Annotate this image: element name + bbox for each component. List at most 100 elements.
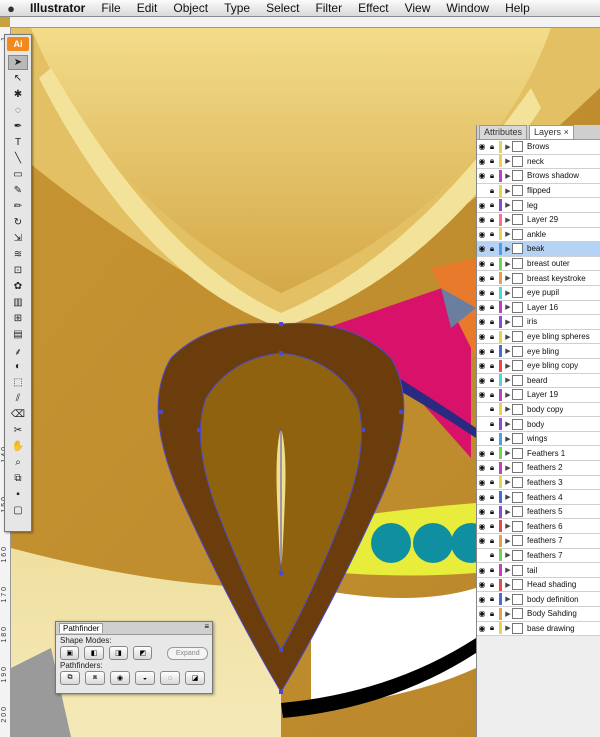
layer-row[interactable]: ◉ 🔒︎ ▶ leg xyxy=(477,198,600,213)
menu-window[interactable]: Window xyxy=(438,1,497,15)
visibility-eye-icon[interactable]: ◉ xyxy=(477,507,487,516)
expand-triangle-icon[interactable]: ▶ xyxy=(504,143,512,151)
menu-view[interactable]: View xyxy=(397,1,439,15)
lock-icon[interactable]: 🔒︎ xyxy=(487,215,497,225)
divide-icon[interactable]: ⧉ xyxy=(60,671,80,685)
menu-object[interactable]: Object xyxy=(165,1,216,15)
lock-icon[interactable]: 🔒︎ xyxy=(487,332,497,342)
lasso-icon[interactable]: ◌ xyxy=(8,103,28,118)
lock-icon[interactable]: 🔒︎ xyxy=(487,390,497,400)
lock-icon[interactable]: 🔒︎ xyxy=(487,361,497,371)
layer-row[interactable]: ◉ 🔒︎ ▶ Head shading xyxy=(477,577,600,593)
menu-app-name[interactable]: Illustrator xyxy=(22,1,93,15)
lock-icon[interactable]: 🔒︎ xyxy=(487,477,497,487)
layer-row[interactable]: ◉ 🔒︎ ▶ ankle xyxy=(477,227,600,243)
lock-icon[interactable]: 🔒︎ xyxy=(487,156,497,166)
layer-row[interactable]: 🔒︎ ▶ body xyxy=(477,417,600,432)
layer-row[interactable]: ◉ 🔒︎ ▶ feathers 2 xyxy=(477,461,600,476)
expand-triangle-icon[interactable]: ▶ xyxy=(504,376,512,384)
visibility-eye-icon[interactable]: ◉ xyxy=(477,288,487,297)
layer-row[interactable]: 🔒︎ ▶ flipped xyxy=(477,183,600,199)
layer-row[interactable]: ◉ 🔒︎ ▶ feathers 3 xyxy=(477,475,600,491)
expand-triangle-icon[interactable]: ▶ xyxy=(504,624,512,632)
lock-icon[interactable]: 🔒︎ xyxy=(487,609,497,619)
expand-triangle-icon[interactable]: ▶ xyxy=(504,230,512,238)
apple-menu-icon[interactable]: ● xyxy=(0,1,22,16)
visibility-eye-icon[interactable]: ◉ xyxy=(477,157,487,166)
expand-triangle-icon[interactable]: ▶ xyxy=(504,187,512,195)
lock-icon[interactable]: 🔒︎ xyxy=(487,288,497,298)
layer-row[interactable]: ◉ 🔒︎ ▶ eye bling spheres xyxy=(477,329,600,345)
layer-row[interactable]: ◉ 🔒︎ ▶ body definition xyxy=(477,592,600,607)
merge-icon[interactable]: ◉ xyxy=(110,671,130,685)
direct-selection-icon[interactable]: ↖ xyxy=(8,71,28,86)
menu-help[interactable]: Help xyxy=(497,1,538,15)
visibility-eye-icon[interactable]: ◉ xyxy=(477,609,487,618)
visibility-eye-icon[interactable]: ◉ xyxy=(477,347,487,356)
visibility-eye-icon[interactable]: ◉ xyxy=(477,566,487,575)
anchor-point[interactable] xyxy=(279,571,283,575)
expand-triangle-icon[interactable]: ▶ xyxy=(504,289,512,297)
lock-icon[interactable]: 🔒︎ xyxy=(487,594,497,604)
layer-row[interactable]: ◉ 🔒︎ ▶ breast keystroke xyxy=(477,271,600,286)
layer-row[interactable]: ◉ 🔒︎ ▶ Brows xyxy=(477,140,600,155)
visibility-eye-icon[interactable]: ◉ xyxy=(477,259,487,268)
layer-row[interactable]: ◉ 🔒︎ ▶ Layer 29 xyxy=(477,212,600,228)
visibility-eye-icon[interactable]: ◉ xyxy=(477,478,487,487)
layer-row[interactable]: ◉ 🔒︎ ▶ eye pupil xyxy=(477,285,600,301)
minus-back-icon[interactable]: ◪ xyxy=(185,671,205,685)
expand-triangle-icon[interactable]: ▶ xyxy=(504,493,512,501)
visibility-eye-icon[interactable]: ◉ xyxy=(477,595,487,604)
lock-icon[interactable]: 🔒︎ xyxy=(487,171,497,181)
expand-triangle-icon[interactable]: ▶ xyxy=(504,449,512,457)
anchor-point[interactable] xyxy=(159,410,163,414)
layer-row[interactable]: ◉ 🔒︎ ▶ Brows shadow xyxy=(477,169,600,184)
expand-triangle-icon[interactable]: ▶ xyxy=(504,201,512,209)
anchor-point[interactable] xyxy=(279,351,283,355)
slice-icon[interactable]: ⫽ xyxy=(8,391,28,406)
layer-row[interactable]: ◉ 🔒︎ ▶ base drawing xyxy=(477,621,600,637)
layer-row[interactable]: ◉ 🔒︎ ▶ feathers 6 xyxy=(477,519,600,535)
scissors-icon[interactable]: ✂ xyxy=(8,423,28,438)
expand-triangle-icon[interactable]: ▶ xyxy=(504,391,512,399)
layer-row[interactable]: ◉ 🔒︎ ▶ breast outer xyxy=(477,256,600,272)
expand-triangle-icon[interactable]: ▶ xyxy=(504,581,512,589)
symbol-sprayer-icon[interactable]: ✿ xyxy=(8,279,28,294)
lock-icon[interactable]: 🔒︎ xyxy=(487,229,497,239)
lock-icon[interactable]: 🔒︎ xyxy=(487,434,497,444)
visibility-eye-icon[interactable]: ◉ xyxy=(477,274,487,283)
tab-pathfinder[interactable]: Pathfinder xyxy=(59,623,104,633)
exclude-overlap-icon[interactable]: ◩ xyxy=(133,646,153,660)
visibility-eye-icon[interactable]: ◉ xyxy=(477,376,487,385)
expand-triangle-icon[interactable]: ▶ xyxy=(504,464,512,472)
lock-icon[interactable]: 🔒︎ xyxy=(487,302,497,312)
lock-icon[interactable]: 🔒︎ xyxy=(487,317,497,327)
menu-type[interactable]: Type xyxy=(216,1,258,15)
type-icon[interactable]: T xyxy=(8,135,28,150)
lock-icon[interactable]: 🔒︎ xyxy=(487,419,497,429)
expand-triangle-icon[interactable]: ▶ xyxy=(504,508,512,516)
visibility-eye-icon[interactable]: ◉ xyxy=(477,171,487,180)
layer-row[interactable]: 🔒︎ ▶ body copy xyxy=(477,402,600,418)
expand-triangle-icon[interactable]: ▶ xyxy=(504,420,512,428)
lock-icon[interactable]: 🔒︎ xyxy=(487,565,497,575)
layer-row[interactable]: 🔒︎ ▶ feathers 7 xyxy=(477,548,600,564)
expand-triangle-icon[interactable]: ▶ xyxy=(504,347,512,355)
visibility-eye-icon[interactable]: ◉ xyxy=(477,317,487,326)
visibility-eye-icon[interactable]: ◉ xyxy=(477,361,487,370)
expand-triangle-icon[interactable]: ▶ xyxy=(504,435,512,443)
intersect-shape-icon[interactable]: ◨ xyxy=(108,646,129,660)
screen-mode-icon[interactable]: ▢ xyxy=(8,503,28,518)
close-icon[interactable]: × xyxy=(564,127,569,137)
selection-arrow-icon[interactable]: ➤ xyxy=(8,55,28,70)
anchor-point[interactable] xyxy=(361,428,365,432)
expand-triangle-icon[interactable]: ▶ xyxy=(504,595,512,603)
tab-attributes[interactable]: Attributes xyxy=(479,125,528,139)
gradient-icon[interactable]: ▤ xyxy=(8,327,28,342)
pencil-icon[interactable]: ✏ xyxy=(8,199,28,214)
expand-triangle-icon[interactable]: ▶ xyxy=(504,537,512,545)
expand-triangle-icon[interactable]: ▶ xyxy=(504,478,512,486)
anchor-point[interactable] xyxy=(279,322,283,326)
panel-menu-icon[interactable]: ≡ xyxy=(204,622,209,631)
lock-icon[interactable]: 🔒︎ xyxy=(487,404,497,414)
